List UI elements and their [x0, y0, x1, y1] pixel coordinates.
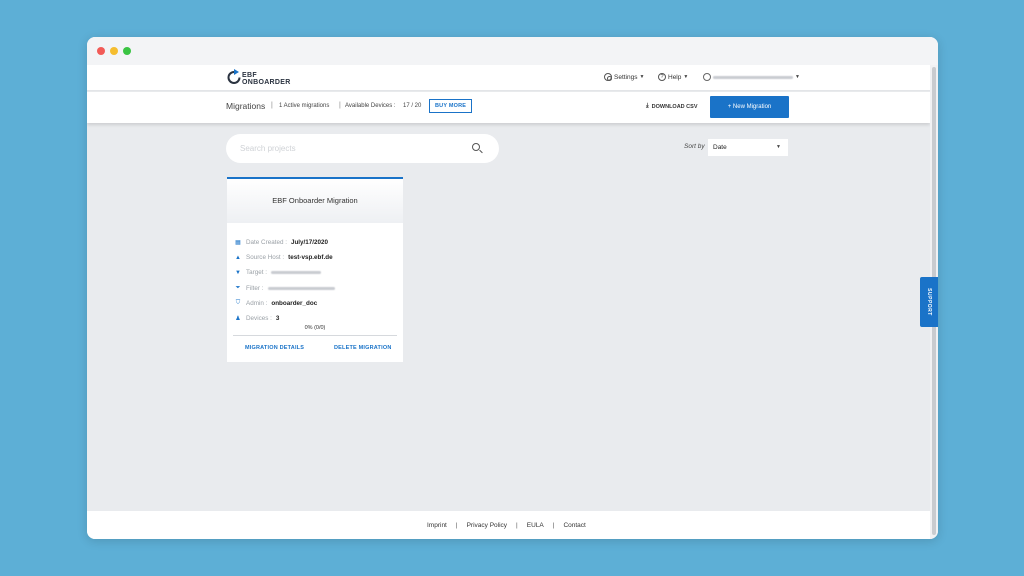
help-icon: ?: [658, 73, 666, 81]
chevron-down-icon: ▼: [639, 74, 645, 80]
source-up-icon: ▲: [235, 254, 241, 261]
logo-text-line1: EBF: [242, 72, 257, 79]
active-migrations-count: 1 Active migrations: [279, 103, 330, 109]
admin-label: Admin :: [246, 299, 268, 307]
date-created-value: July/17/2020: [290, 239, 329, 247]
redacted-username: [713, 75, 793, 79]
logo-text-line2: ONBOARDER: [242, 79, 291, 86]
help-menu[interactable]: ? Help ▼: [658, 73, 688, 81]
sort-by-select[interactable]: Date ▼: [708, 139, 788, 156]
search-icon[interactable]: [472, 143, 480, 151]
gear-icon: [604, 73, 612, 81]
help-label: Help: [668, 73, 682, 81]
migrations-toolbar: Migrations | 1 Active migrations | Avail…: [87, 92, 930, 123]
sort-by-label: Sort by: [684, 143, 705, 150]
filter-row: ⏷ Filter :: [234, 281, 403, 296]
available-devices-value: 17 / 20: [403, 103, 422, 109]
admin-value: onboarder_doc: [271, 299, 318, 307]
browser-window: EBF ONBOARDER Settings ▼ ? Help ▼ ▼ Migr…: [87, 37, 938, 539]
delete-migration-link[interactable]: DELETE MIGRATION: [334, 345, 392, 351]
separator: |: [339, 102, 341, 109]
redacted-target: [271, 271, 321, 275]
minimize-window-button[interactable]: [110, 47, 118, 55]
footer-links: Imprint | Privacy Policy | EULA | Contac…: [427, 522, 586, 529]
user-avatar-icon: [703, 73, 711, 81]
calendar-icon: ▦: [235, 240, 241, 247]
separator: |: [552, 522, 555, 529]
devices-value: 3: [275, 315, 280, 323]
source-host-label: Source Host :: [246, 254, 285, 262]
devices-row: ♟ Devices : 3: [234, 311, 403, 326]
admin-row: ⛉ Admin : onboarder_doc: [234, 296, 403, 311]
sort-by-value: Date: [713, 144, 727, 151]
devices-label: Devices :: [246, 315, 272, 323]
search-bar: [226, 134, 499, 163]
support-label: SUPPORT: [926, 288, 932, 316]
date-created-label: Date Created :: [246, 239, 287, 247]
devices-icon: ♟: [235, 316, 241, 323]
available-devices-label: Available Devices :: [345, 103, 396, 109]
support-tab-button[interactable]: SUPPORT: [920, 277, 938, 327]
maximize-window-button[interactable]: [123, 47, 131, 55]
shield-icon: ⛉: [235, 299, 241, 306]
target-label: Target :: [246, 269, 267, 277]
migration-details-link[interactable]: MIGRATION DETAILS: [245, 345, 304, 351]
download-csv-button[interactable]: ⤓ DOWNLOAD CSV: [646, 103, 698, 110]
migration-card: EBF Onboarder Migration ▦ Date Created :…: [227, 177, 403, 362]
migration-progress: 0% (0/0): [304, 325, 326, 331]
chevron-down-icon: ▼: [683, 74, 689, 80]
user-menu[interactable]: ▼: [703, 73, 800, 81]
footer-link-eula[interactable]: EULA: [527, 522, 544, 529]
divider: [233, 335, 397, 336]
migration-details-list: ▦ Date Created : July/17/2020 ▲ Source H…: [227, 223, 403, 326]
buy-more-button[interactable]: BUY MORE: [429, 99, 473, 113]
migration-card-title[interactable]: EBF Onboarder Migration: [227, 179, 403, 223]
target-down-icon: ▼: [235, 269, 241, 276]
top-navigation: EBF ONBOARDER Settings ▼ ? Help ▼ ▼: [87, 65, 930, 91]
redacted-filter: [267, 286, 335, 290]
logo-icon: [227, 69, 241, 84]
download-icon: ⤓: [646, 103, 649, 109]
source-host-value: test-vsp.ebf.de: [288, 254, 333, 262]
target-row: ▼ Target :: [234, 265, 403, 280]
chevron-down-icon: ▼: [776, 144, 781, 150]
separator: |: [271, 102, 273, 109]
close-window-button[interactable]: [97, 47, 105, 55]
chevron-down-icon: ▼: [795, 74, 800, 80]
filter-icon: ⏷: [235, 284, 241, 291]
separator: |: [516, 522, 518, 529]
source-host-row: ▲ Source Host : test-vsp.ebf.de: [234, 250, 403, 265]
footer-link-imprint[interactable]: Imprint: [427, 522, 447, 529]
footer: Imprint | Privacy Policy | EULA | Contac…: [87, 511, 930, 539]
separator: |: [455, 522, 458, 529]
new-migration-button[interactable]: + New Migration: [710, 96, 789, 118]
window-titlebar: [87, 37, 938, 65]
date-created-row: ▦ Date Created : July/17/2020: [234, 235, 403, 250]
download-csv-label: DOWNLOAD CSV: [651, 103, 698, 110]
ebf-onboarder-logo[interactable]: EBF ONBOARDER: [227, 69, 290, 89]
settings-menu[interactable]: Settings ▼: [604, 73, 644, 81]
settings-label: Settings: [614, 73, 638, 81]
footer-link-privacy-policy[interactable]: Privacy Policy: [467, 522, 507, 529]
page-title: Migrations: [226, 101, 266, 111]
footer-link-contact[interactable]: Contact: [563, 522, 585, 529]
filter-label: Filter :: [246, 284, 264, 292]
search-input[interactable]: [240, 141, 460, 156]
